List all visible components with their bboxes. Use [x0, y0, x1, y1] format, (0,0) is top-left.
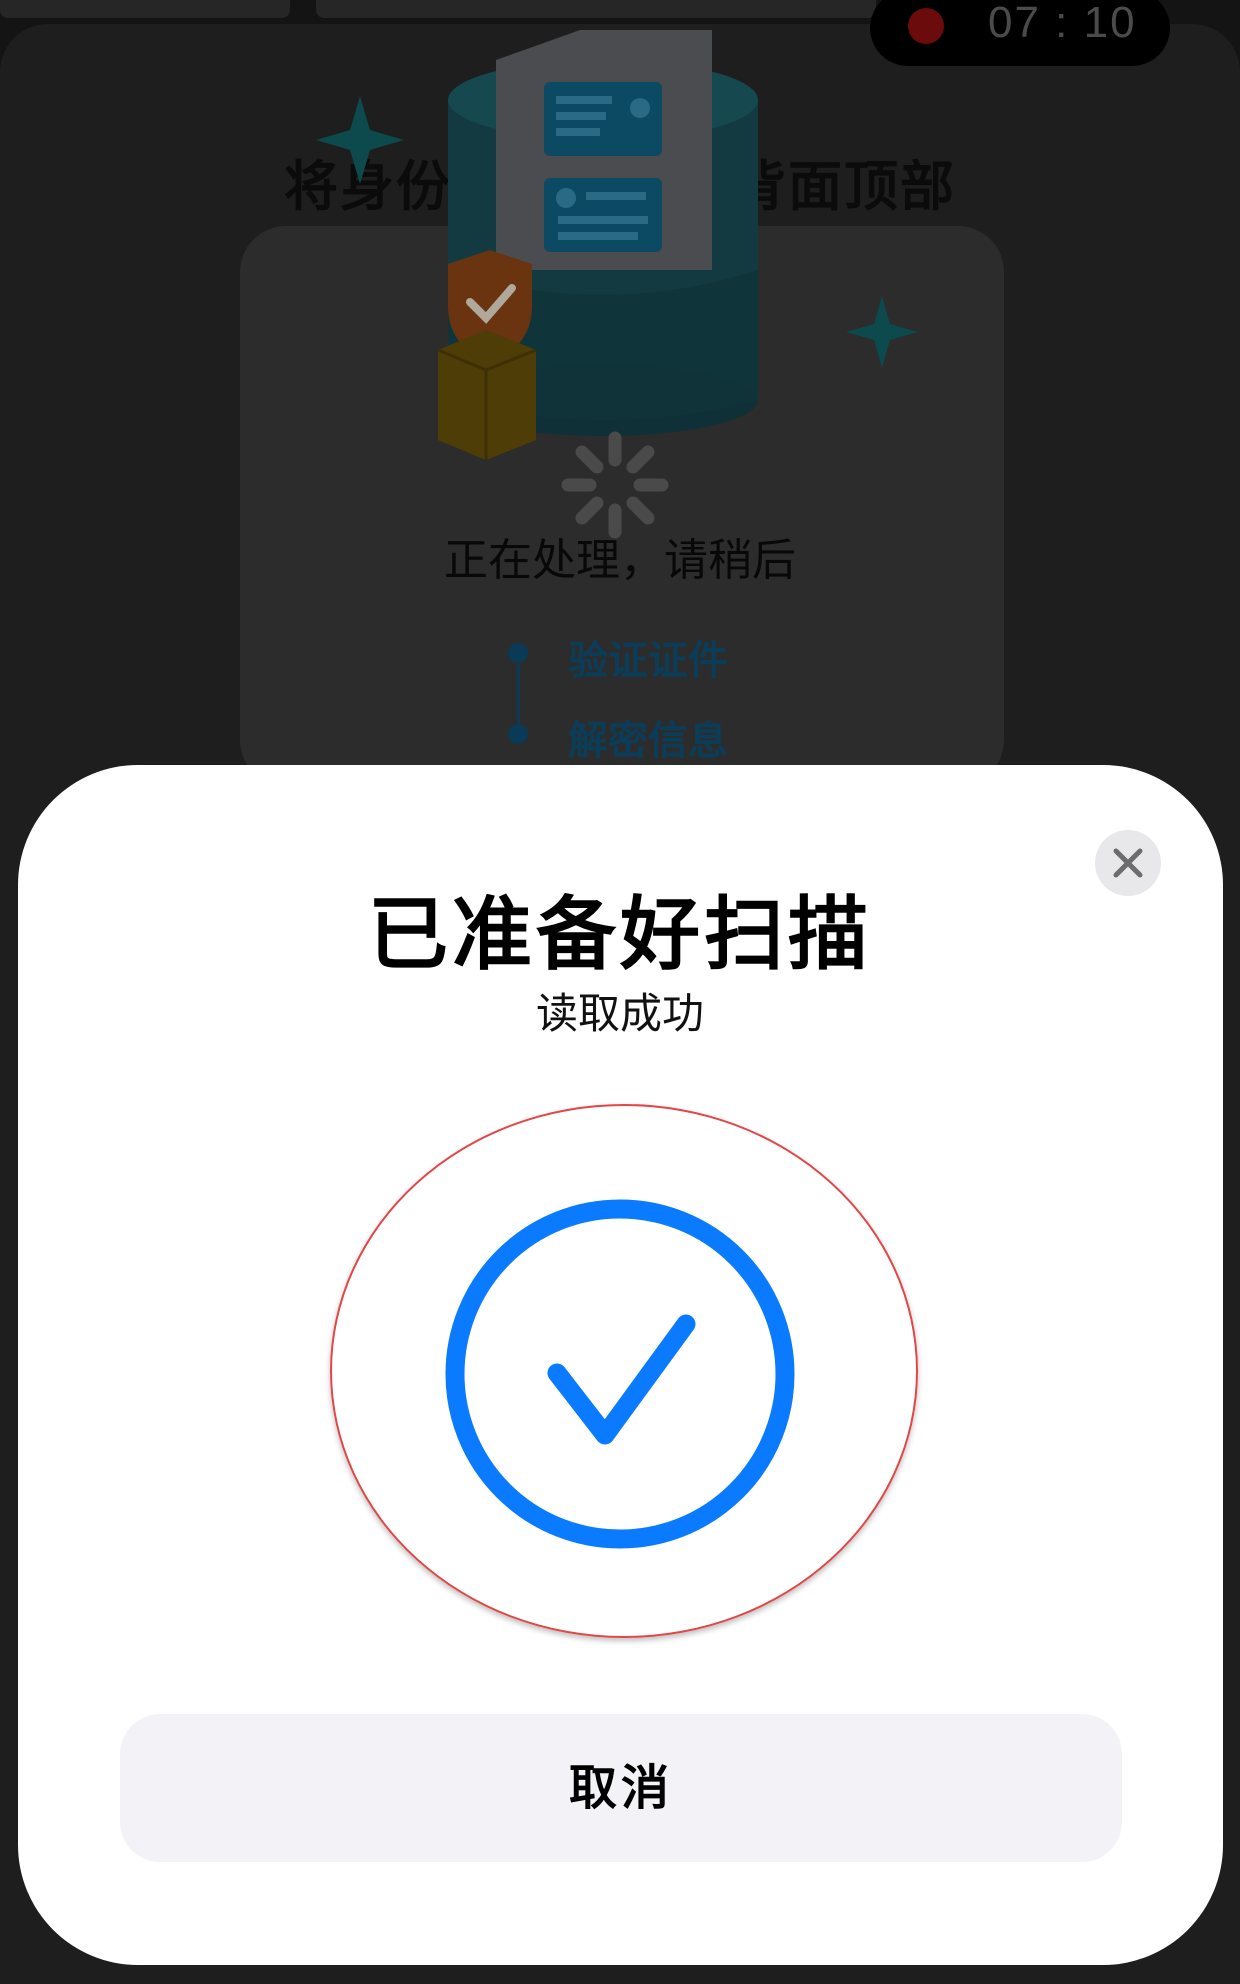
- step-label-verify: 验证证件: [568, 638, 728, 684]
- sheet-subtitle: 读取成功: [535, 989, 704, 1038]
- status-strip-left: [0, 0, 290, 18]
- processing-text: 正在处理，请稍后: [444, 535, 796, 586]
- recording-time: 07 : 10: [988, 0, 1137, 47]
- status-strip-center: [316, 0, 876, 18]
- success-check-icon: [445, 1199, 795, 1549]
- sheet-title: 已准备好扫描: [368, 888, 872, 981]
- id-card-illustration: [316, 30, 918, 460]
- step-connector: [517, 664, 520, 728]
- step-dot: [508, 724, 528, 744]
- step-dot: [508, 643, 528, 663]
- cancel-button[interactable]: 取消: [120, 1714, 1122, 1862]
- step-label-decrypt: 解密信息: [568, 718, 728, 764]
